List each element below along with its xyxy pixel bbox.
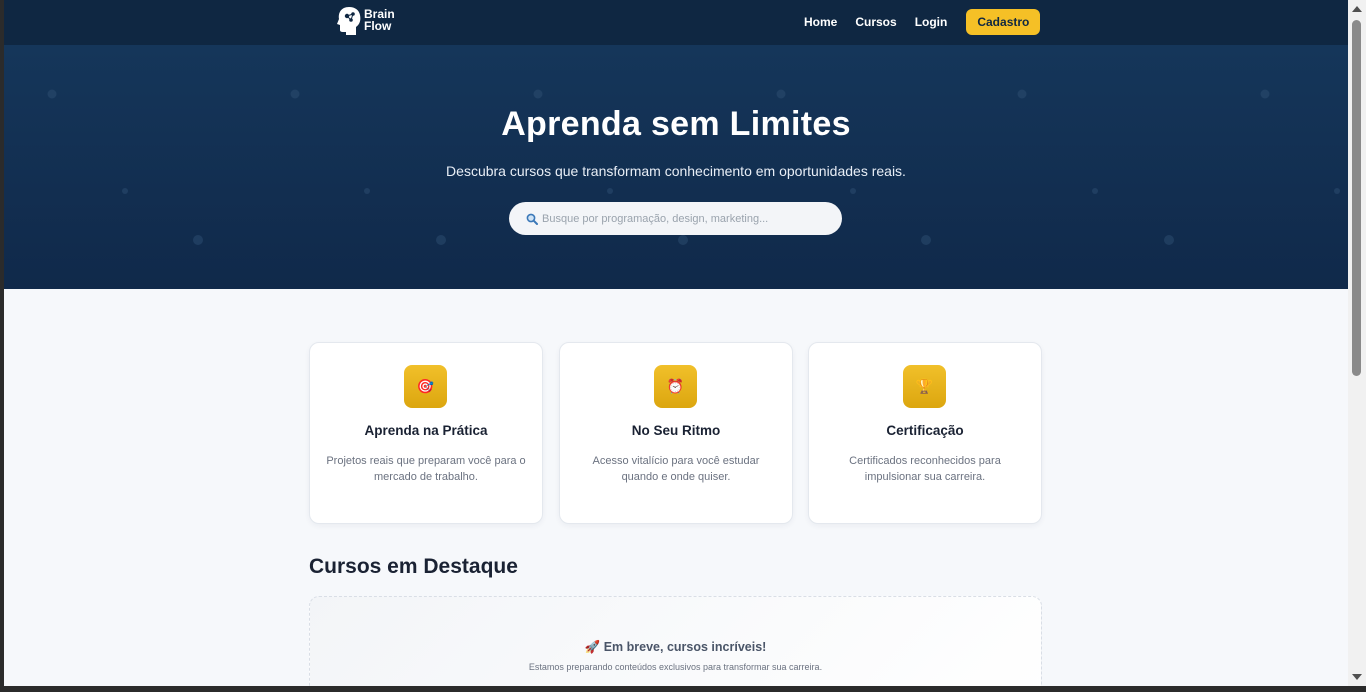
magnifier-icon [526,213,538,225]
hero-title: Aprenda sem Limites [501,105,851,143]
feature-description: Certificados reconhecidos para impulsion… [849,455,1001,483]
hero-subtitle: Descubra cursos que transformam conhecim… [446,163,906,179]
brand-logo[interactable]: Brain Flow [336,5,395,35]
feature-title: Certificação [886,423,964,438]
trophy-icon: 🏆 [903,365,946,408]
nav-login-link[interactable]: Login [915,15,948,29]
hero-section: Aprenda sem Limites Descubra cursos que … [4,45,1348,289]
search-input[interactable] [542,212,822,225]
coming-soon-title: 🚀 Em breve, cursos incríveis! [584,640,767,654]
feature-card-practice: 🎯 Aprenda na Prática Projetos reais que … [309,342,543,524]
brain-head-icon [337,7,361,35]
main-nav: Home Cursos Login Cadastro [804,9,1041,35]
target-icon: 🎯 [404,365,447,408]
nav-home-link[interactable]: Home [804,15,837,29]
browser-viewport: Brain Flow Home Cursos Login Cadastro Ap… [4,0,1348,686]
feature-card-certification: 🏆 Certificação Certificados reconhecidos… [808,342,1042,524]
brand-name: Brain Flow [364,8,395,32]
course-search-box[interactable] [509,202,842,235]
brand-line-2: Flow [364,19,392,33]
vertical-scrollbar[interactable] [1348,0,1366,686]
nav-cursos-link[interactable]: Cursos [855,15,896,29]
feature-card-pace: ⏰ No Seu Ritmo Acesso vitalício para voc… [559,342,793,524]
coming-soon-panel: 🚀 Em breve, cursos incríveis! Estamos pr… [309,596,1042,686]
window-bottom-edge [0,686,1366,692]
alarm-clock-icon: ⏰ [654,365,697,408]
featured-courses-title: Cursos em Destaque [309,555,518,578]
coming-soon-text: Estamos preparando conteúdos exclusivos … [528,662,823,672]
scroll-down-arrow-icon[interactable] [1352,674,1362,680]
feature-description: Projetos reais que preparam você para o … [326,455,526,483]
feature-description: Acesso vitalício para você estudar quand… [592,455,760,483]
feature-title: Aprenda na Prática [364,423,488,438]
top-navbar: Brain Flow Home Cursos Login Cadastro [4,0,1348,45]
scroll-up-arrow-icon[interactable] [1352,6,1362,12]
feature-title: No Seu Ritmo [631,423,721,438]
cadastro-button[interactable]: Cadastro [966,9,1041,35]
scrollbar-thumb[interactable] [1352,20,1361,376]
